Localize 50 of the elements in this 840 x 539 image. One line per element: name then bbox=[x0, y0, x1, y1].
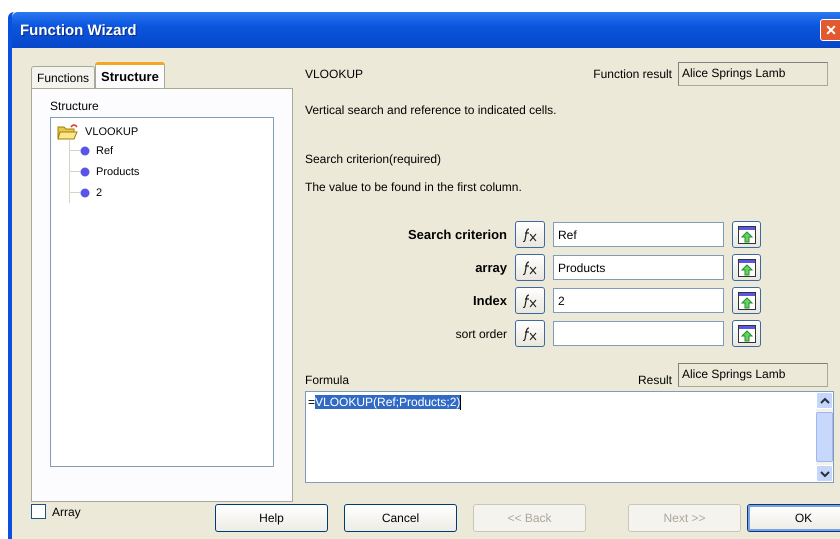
shrink-button[interactable] bbox=[732, 254, 761, 281]
function-result-field: Alice Springs Lamb bbox=[678, 62, 828, 86]
chevron-down-icon[interactable] bbox=[820, 470, 830, 478]
input-field[interactable]: Products bbox=[553, 255, 724, 280]
bullet-icon bbox=[80, 146, 90, 156]
result-label: Result bbox=[638, 373, 672, 387]
result-field: Alice Springs Lamb bbox=[678, 363, 828, 387]
checkbox[interactable] bbox=[31, 504, 46, 519]
input-field[interactable] bbox=[553, 321, 724, 346]
function-button[interactable] bbox=[515, 320, 545, 347]
chevron-up-icon[interactable] bbox=[820, 396, 830, 404]
argument-label: Index bbox=[472, 293, 508, 308]
function-result-label: Function result bbox=[593, 67, 672, 81]
argument-label: array bbox=[474, 260, 508, 275]
bullet-icon bbox=[80, 188, 90, 198]
function-button[interactable] bbox=[515, 254, 545, 281]
tab[interactable]: Functions bbox=[31, 66, 96, 88]
function-icon bbox=[522, 294, 538, 308]
checkbox-label[interactable]: Array bbox=[52, 504, 81, 518]
dialog-button[interactable]: OK bbox=[747, 504, 840, 532]
function-icon bbox=[522, 260, 538, 274]
formula-field[interactable]: =VLOOKUP(Ref;Products;2) bbox=[305, 391, 834, 483]
tree-item[interactable]: VLOOKUP bbox=[85, 126, 138, 138]
input-field[interactable]: Ref bbox=[553, 222, 724, 247]
shrink-button[interactable] bbox=[732, 320, 761, 347]
argument-label: Search criterion bbox=[407, 227, 508, 242]
input-field[interactable]: 2 bbox=[553, 288, 724, 313]
function-button[interactable] bbox=[515, 287, 545, 314]
bullet-icon bbox=[80, 166, 90, 176]
tab[interactable]: Structure bbox=[95, 62, 165, 88]
window-title: Function Wizard bbox=[20, 22, 137, 38]
structure-label: Structure bbox=[50, 99, 100, 113]
argument-description: The value to be found in the first column. bbox=[305, 179, 523, 195]
function-name: VLOOKUP bbox=[305, 67, 364, 81]
tree-item[interactable]: Ref bbox=[96, 144, 114, 156]
scrollbar[interactable] bbox=[816, 392, 833, 482]
close-button[interactable]: × bbox=[820, 19, 840, 41]
dialog-button[interactable]: Cancel bbox=[344, 504, 457, 532]
function-icon bbox=[522, 228, 538, 242]
tree-item[interactable]: Products bbox=[96, 166, 140, 178]
dialog-button[interactable]: Help bbox=[215, 504, 328, 532]
argument-label: sort order bbox=[454, 326, 508, 340]
tree-item[interactable]: 2 bbox=[96, 186, 102, 198]
function-description: Vertical search and reference to indicated cells. bbox=[305, 102, 558, 118]
shrink-button[interactable] bbox=[732, 221, 761, 248]
shrink-button[interactable] bbox=[732, 287, 761, 314]
argument-title: Search criterion(required) bbox=[305, 151, 442, 167]
function-icon bbox=[522, 326, 538, 340]
formula-label: Formula bbox=[305, 373, 350, 387]
function-button[interactable] bbox=[515, 221, 545, 248]
